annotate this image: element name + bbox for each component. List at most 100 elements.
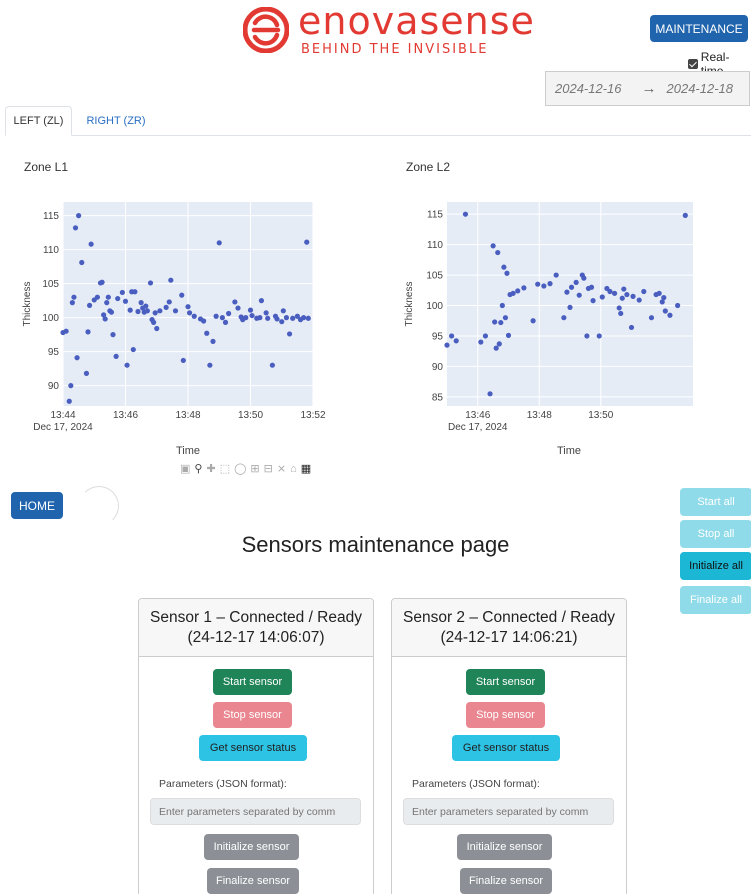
sensor-card-2: Sensor 2 – Connected / Ready (24-12-17 1… bbox=[391, 598, 627, 894]
home-button[interactable]: HOME bbox=[11, 492, 63, 519]
y-tick-label: 115 bbox=[43, 211, 59, 222]
data-point bbox=[495, 249, 501, 256]
data-point bbox=[108, 309, 115, 315]
data-point bbox=[113, 353, 119, 359]
data-point bbox=[478, 339, 484, 345]
brand-tagline: BEHIND THE INVISIBLE bbox=[301, 42, 489, 57]
data-point bbox=[99, 279, 105, 285]
home-icon[interactable]: ⌂ bbox=[290, 463, 297, 475]
data-point bbox=[204, 330, 210, 336]
data-point bbox=[487, 391, 493, 397]
camera-icon[interactable]: ▣ bbox=[180, 462, 190, 475]
data-point bbox=[127, 307, 133, 313]
data-point bbox=[449, 333, 455, 339]
data-point bbox=[102, 316, 108, 322]
data-point bbox=[290, 315, 296, 321]
tab-left-zl[interactable]: LEFT (ZL) bbox=[5, 106, 72, 136]
brand-name: enovasense bbox=[298, 0, 535, 43]
data-point bbox=[147, 280, 154, 286]
data-point bbox=[619, 295, 625, 301]
data-point bbox=[66, 398, 72, 404]
data-point bbox=[157, 308, 163, 314]
data-point bbox=[247, 307, 254, 313]
data-point bbox=[63, 328, 69, 334]
stop-sensor-button[interactable]: Stop sensor bbox=[213, 702, 292, 728]
pan-icon[interactable]: ✚ bbox=[206, 462, 215, 475]
data-point bbox=[280, 308, 286, 314]
data-point bbox=[216, 240, 222, 246]
data-point bbox=[492, 319, 498, 325]
data-point bbox=[599, 294, 605, 300]
get-sensor-status-button[interactable]: Get sensor status bbox=[199, 735, 307, 761]
x-tick-label: 13:44 bbox=[50, 410, 75, 421]
zone-l1-title: Zone L1 bbox=[24, 160, 69, 174]
sensor-card-1: Sensor 1 – Connected / Ready (24-12-17 1… bbox=[138, 598, 374, 894]
maintenance-button[interactable]: MAINTENANCE bbox=[650, 15, 748, 42]
data-point bbox=[596, 333, 602, 339]
x-tick-date-label: Dec 17, 2024 bbox=[33, 422, 93, 433]
data-point bbox=[501, 264, 507, 270]
plot-background bbox=[447, 202, 693, 406]
y-tick-label: 105 bbox=[42, 279, 59, 290]
stop-sensor-button[interactable]: Stop sensor bbox=[466, 702, 545, 728]
zoom-out-icon[interactable]: ⊟ bbox=[264, 462, 273, 475]
data-point bbox=[172, 308, 179, 314]
autoscale-icon[interactable]: ⨯ bbox=[277, 462, 286, 475]
y-tick-label: 100 bbox=[426, 301, 443, 312]
data-point bbox=[616, 305, 622, 311]
data-point bbox=[656, 290, 662, 296]
data-point bbox=[535, 281, 541, 287]
data-point bbox=[138, 300, 144, 306]
start-sensor-button[interactable]: Start sensor bbox=[466, 669, 545, 695]
x-tick-label: 13:50 bbox=[238, 410, 263, 421]
data-point bbox=[201, 318, 207, 324]
data-point bbox=[283, 315, 290, 321]
data-point bbox=[132, 289, 138, 295]
date-start[interactable]: 2024-12-16 bbox=[555, 81, 622, 96]
box-select-icon[interactable]: ⬚ bbox=[220, 462, 230, 475]
plotly-logo-icon[interactable]: ▦ bbox=[301, 462, 311, 475]
initialize-sensor-button[interactable]: Initialize sensor bbox=[204, 834, 299, 860]
get-sensor-status-button[interactable]: Get sensor status bbox=[452, 735, 560, 761]
data-point bbox=[541, 283, 547, 289]
data-point bbox=[504, 270, 510, 276]
data-point bbox=[502, 315, 509, 321]
data-point bbox=[119, 289, 125, 296]
x-tick-label: 13:48 bbox=[175, 410, 200, 421]
finalize-sensor-button[interactable]: Finalize sensor bbox=[207, 868, 299, 894]
start-all-button[interactable]: Start all bbox=[680, 488, 751, 516]
finalize-sensor-button[interactable]: Finalize sensor bbox=[460, 868, 552, 894]
parameters-input[interactable] bbox=[150, 798, 361, 825]
date-range-picker[interactable]: 2024-12-16 → 2024-12-18 bbox=[545, 71, 750, 106]
realtime-checkbox[interactable] bbox=[688, 59, 698, 69]
data-point bbox=[547, 281, 553, 287]
data-point bbox=[226, 310, 232, 317]
lasso-icon[interactable]: ◯ bbox=[234, 462, 246, 475]
start-sensor-button[interactable]: Start sensor bbox=[213, 669, 292, 695]
tab-right-zr[interactable]: RIGHT (ZR) bbox=[77, 106, 155, 136]
zoom-icon[interactable]: ⚲ bbox=[194, 462, 202, 475]
y-axis-label: Thickness bbox=[404, 281, 415, 326]
finalize-all-button[interactable]: Finalize all bbox=[680, 586, 751, 614]
data-point bbox=[305, 315, 311, 321]
enovasense-logo: enovasense BEHIND THE INVISIBLE bbox=[243, 0, 534, 57]
data-point bbox=[607, 288, 613, 295]
data-point bbox=[115, 295, 121, 302]
date-end[interactable]: 2024-12-18 bbox=[667, 81, 734, 96]
data-point bbox=[564, 289, 570, 295]
x-tick-label: 13:46 bbox=[465, 410, 490, 421]
data-point bbox=[152, 310, 158, 316]
data-point bbox=[135, 308, 141, 315]
y-tick-label: 85 bbox=[432, 392, 444, 403]
x-axis-label: Time bbox=[557, 445, 581, 457]
data-point bbox=[219, 315, 225, 321]
data-point bbox=[94, 294, 100, 300]
x-tick-label: 13:46 bbox=[113, 410, 138, 421]
parameters-input[interactable] bbox=[403, 798, 614, 825]
charts-area[interactable]: 909510010511011513:44Dec 17, 202413:46 13… bbox=[0, 180, 751, 480]
data-point bbox=[76, 213, 82, 219]
data-point bbox=[444, 342, 450, 348]
zoom-in-icon[interactable]: ⊞ bbox=[250, 462, 259, 475]
data-point bbox=[490, 243, 496, 249]
initialize-sensor-button[interactable]: Initialize sensor bbox=[457, 834, 552, 860]
